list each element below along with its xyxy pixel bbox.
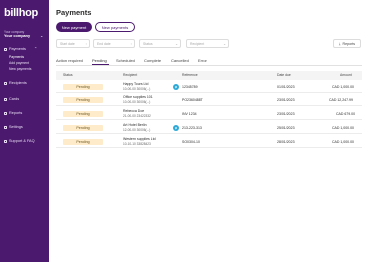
nav-label: Support & FAQ (9, 139, 35, 143)
company-selector[interactable]: Your company (4, 34, 30, 38)
reference: SO0304-10 (182, 140, 200, 144)
status-badge: Pending (63, 125, 103, 131)
reference: INV 1234 (182, 112, 197, 116)
reference-icon: ⇄ (173, 125, 179, 131)
nav-label: Cards (9, 97, 20, 101)
calendar-icon: ▫ (85, 41, 87, 46)
chevron-down-icon[interactable]: ⌄ (40, 33, 43, 38)
card-icon (4, 97, 7, 101)
status-badge: Pending (63, 111, 103, 117)
help-icon (4, 139, 7, 143)
tab-error[interactable]: Error (198, 58, 207, 63)
sub-payments[interactable]: Payments (9, 55, 24, 59)
recipients-icon (4, 81, 7, 85)
status-badge: Pending (63, 84, 103, 90)
nav-label: Recipients (9, 81, 27, 85)
reference: PO2360488T (182, 98, 203, 102)
tab-scheduled[interactable]: Scheduled (116, 58, 135, 63)
table-header (56, 71, 362, 80)
chevron-down-icon: ⌄ (223, 41, 226, 46)
logo: billhop (4, 7, 38, 19)
status-filter[interactable]: Status ⌄ (139, 39, 181, 48)
amount: CAD 1,000.00 (332, 126, 354, 130)
tab-action-required[interactable]: Action required (56, 58, 83, 63)
sub-new-payments[interactable]: New payments (9, 67, 31, 71)
nav-label: Payments (9, 47, 26, 51)
new-payments-button[interactable]: New payments (95, 22, 135, 32)
date-due: 25/01/2023 (277, 126, 295, 130)
nav-recipients[interactable]: Recipients (4, 80, 27, 86)
column-status[interactable]: Status (63, 73, 73, 77)
nav-label: Reports (9, 111, 23, 115)
nav-payments[interactable]: Payments (4, 46, 26, 52)
recipient-name: Office supplies 101 (123, 95, 153, 99)
main-content: Payments New payment New payments Start … (49, 0, 369, 262)
tab-complete[interactable]: Complete (144, 58, 161, 63)
amount: CAD 12,247.99 (329, 98, 353, 102)
date-due: 28/01/2023 (277, 140, 295, 144)
recipient-name: Art Hotel Berlin (123, 123, 147, 127)
recipient-account: 10-00-00 30006(...) (123, 100, 151, 104)
sidebar: billhop Your company Your company ⌄ Paym… (0, 0, 49, 262)
chevron-up-icon[interactable]: ⌃ (34, 46, 37, 51)
reference: 12345789 (182, 85, 198, 89)
column-date-due[interactable]: Date due (277, 73, 291, 77)
recipient-account: 21-00-00 23422332 (123, 114, 151, 118)
recipient-account: 10-00-00 30006(...) (123, 87, 151, 91)
start-date-filter[interactable]: Start date ▫ (56, 39, 90, 48)
filter-label: Start date (60, 41, 75, 46)
new-payment-button[interactable]: New payment (56, 22, 92, 32)
date-due: 01/01/2023 (277, 85, 295, 89)
date-due: 23/01/2023 (277, 98, 295, 102)
status-badge: Pending (63, 139, 103, 145)
date-due: 23/01/2023 (277, 112, 295, 116)
amount: CAD 679.00 (336, 112, 356, 116)
nav-reports[interactable]: Reports (4, 110, 22, 116)
reports-icon (4, 111, 7, 115)
nav-settings[interactable]: Settings (4, 124, 23, 130)
recipient-name: Happy Tours Ltd (123, 82, 149, 86)
calendar-icon: ▫ (130, 41, 132, 46)
column-amount[interactable]: Amount (340, 73, 352, 77)
sub-add-payment[interactable]: Add payment (9, 61, 29, 65)
gear-icon (4, 125, 7, 129)
reference-icon: ⇄ (173, 84, 179, 90)
chevron-down-icon: ⌄ (175, 41, 178, 46)
nav-cards[interactable]: Cards (4, 96, 19, 102)
amount: CAD 1,000.00 (332, 85, 354, 89)
column-recipient[interactable]: Recipient (123, 73, 137, 77)
tab-cancelled[interactable]: Cancelled (171, 58, 189, 63)
recipient-filter[interactable]: Recipient ⌄ (186, 39, 229, 48)
filter-label: Recipient (190, 41, 205, 46)
recipient-name: Western supplies Ltd (123, 137, 156, 141)
end-date-filter[interactable]: End date ▫ (93, 39, 135, 48)
recipient-account: 10-10-10 33828423 (123, 142, 151, 146)
recipient-name: Rebecca Doe (123, 109, 145, 113)
reports-label: Reports (342, 41, 356, 46)
filter-label: End date (97, 41, 111, 46)
amount: CAD 1,000.00 (332, 140, 354, 144)
download-icon: ⤓ (338, 41, 341, 46)
payments-icon (4, 47, 7, 51)
column-reference[interactable]: Reference (182, 73, 198, 77)
reports-button[interactable]: ⤓ Reports (333, 39, 361, 48)
divider (56, 65, 362, 66)
reference: 213-223-313 (182, 126, 202, 130)
nav-support[interactable]: Support & FAQ (4, 138, 35, 144)
tab-pending[interactable]: Pending (92, 58, 107, 63)
status-badge: Pending (63, 97, 103, 103)
nav-label: Settings (9, 125, 23, 129)
recipient-account: 12-00-00 30006(...) (123, 128, 151, 132)
page-title: Payments (56, 8, 92, 17)
filter-label: Status (143, 41, 153, 46)
